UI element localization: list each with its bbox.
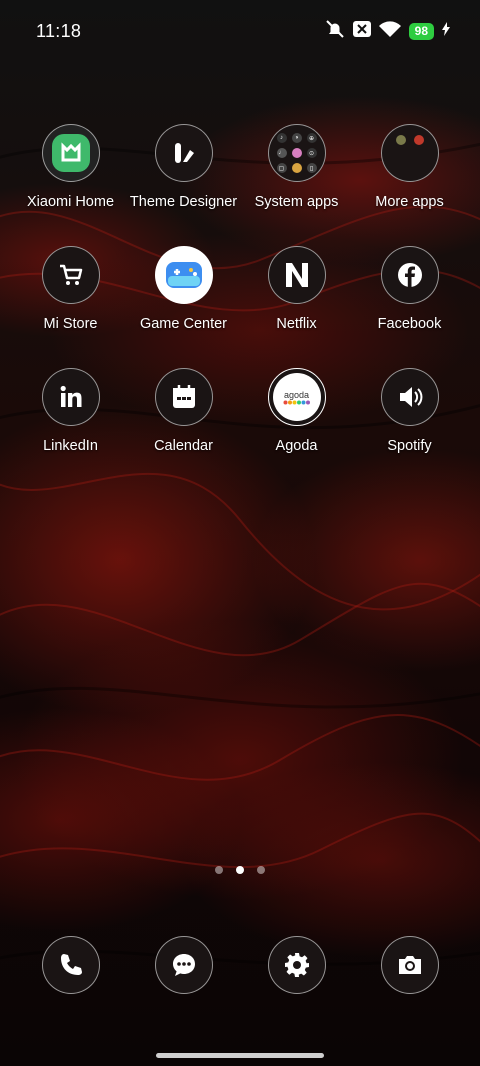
- calendar-icon: [154, 368, 213, 426]
- dock-camera[interactable]: [353, 936, 466, 996]
- app-label: Mi Store: [43, 316, 98, 332]
- app-spotify[interactable]: Spotify: [353, 368, 466, 490]
- status-bar: 11:18 98: [0, 0, 480, 62]
- clock: 11:18: [36, 21, 82, 41]
- battery-icon: 98: [408, 23, 434, 40]
- theme-designer-icon: [154, 124, 213, 182]
- folder-system-apps[interactable]: ♪ ◑ ⊕ ♩ ⊙ ▢ ▯ System apps: [240, 124, 353, 246]
- agoda-dots-icon: [283, 400, 310, 404]
- page-dot[interactable]: [257, 866, 265, 874]
- gear-icon: [267, 936, 326, 994]
- app-label: Spotify: [387, 438, 432, 454]
- app-label: Xiaomi Home: [26, 194, 115, 210]
- charging-icon: [442, 22, 450, 41]
- system-apps-folder-icon: ♪ ◑ ⊕ ♩ ⊙ ▢ ▯: [267, 124, 326, 182]
- app-netflix[interactable]: Netflix: [240, 246, 353, 368]
- more-apps-folder-icon: [380, 124, 439, 182]
- dock-phone[interactable]: [14, 936, 127, 996]
- app-label: LinkedIn: [43, 438, 98, 454]
- linkedin-icon: [41, 368, 100, 426]
- app-label: Game Center: [139, 316, 228, 332]
- no-sim-icon: [352, 21, 371, 42]
- app-label: Agoda: [275, 438, 318, 454]
- phone-icon: [41, 936, 100, 994]
- app-label: System apps: [254, 194, 339, 210]
- app-label: More apps: [375, 194, 444, 210]
- agoda-wordmark: agoda: [283, 389, 310, 400]
- xiaomi-home-icon: [41, 124, 100, 182]
- app-grid: Xiaomi Home Theme Designer ♪ ◑ ⊕ ♩ ⊙ ▢ ▯: [14, 124, 466, 490]
- app-linkedin[interactable]: LinkedIn: [14, 368, 127, 490]
- facebook-icon: [380, 246, 439, 304]
- app-label: Facebook: [377, 316, 442, 332]
- page-dot[interactable]: [215, 866, 223, 874]
- dock: [14, 936, 466, 996]
- speaker-icon: [380, 368, 439, 426]
- app-label: Calendar: [154, 438, 213, 454]
- gamepad-icon: [154, 246, 213, 304]
- dock-messages[interactable]: [127, 936, 240, 996]
- app-label: Netflix: [276, 316, 317, 332]
- app-xiaomi-home[interactable]: Xiaomi Home: [14, 124, 127, 246]
- agoda-icon: agoda: [267, 368, 326, 426]
- camera-icon: [380, 936, 439, 994]
- app-theme-designer[interactable]: Theme Designer: [127, 124, 240, 246]
- wifi-icon: [378, 20, 401, 43]
- folder-more-apps[interactable]: More apps: [353, 124, 466, 246]
- cart-icon: [41, 246, 100, 304]
- app-mi-store[interactable]: Mi Store: [14, 246, 127, 368]
- netflix-icon: [267, 246, 326, 304]
- app-calendar[interactable]: Calendar: [127, 368, 240, 490]
- dock-settings[interactable]: [240, 936, 353, 996]
- page-indicator: [0, 866, 480, 874]
- app-facebook[interactable]: Facebook: [353, 246, 466, 368]
- message-icon: [154, 936, 213, 994]
- app-label: Theme Designer: [129, 194, 238, 210]
- gesture-navigation-bar[interactable]: [156, 1053, 324, 1058]
- app-game-center[interactable]: Game Center: [127, 246, 240, 368]
- app-agoda[interactable]: agoda Agoda: [240, 368, 353, 490]
- page-dot-active[interactable]: [236, 866, 244, 874]
- mute-icon: [325, 20, 345, 43]
